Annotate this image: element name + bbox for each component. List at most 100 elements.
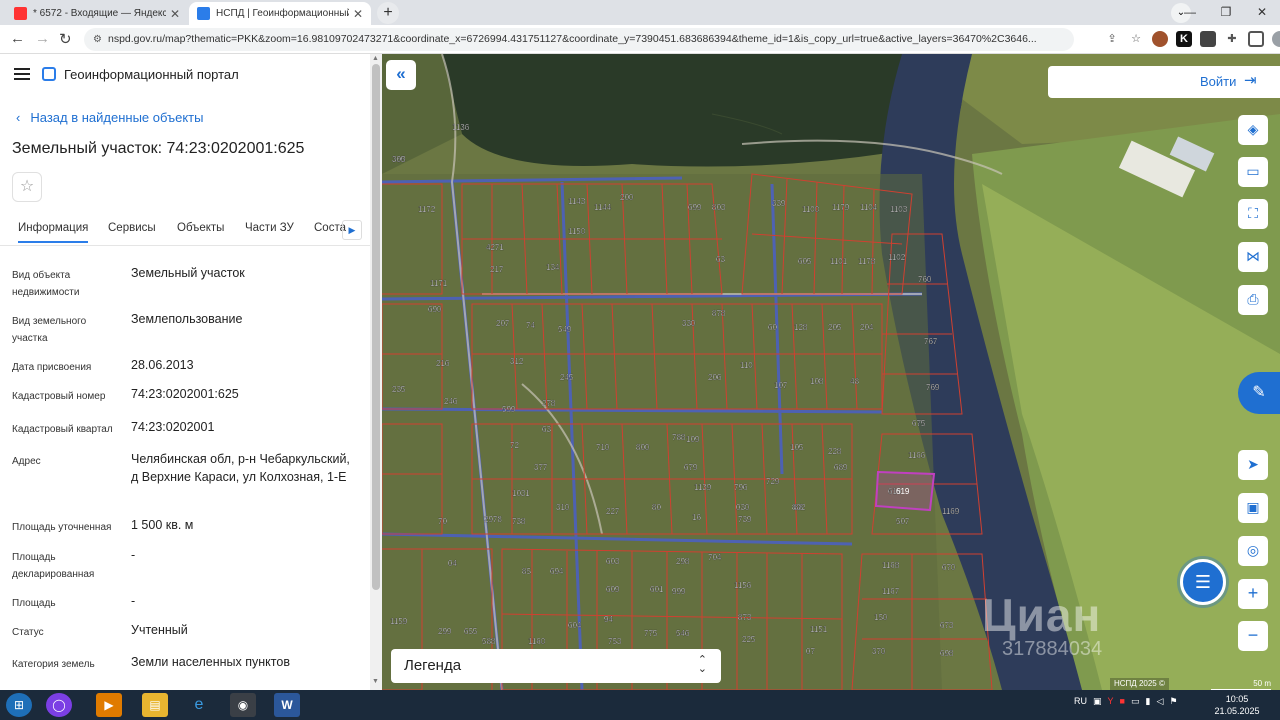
url-field[interactable]: ⚙ nspd.gov.ru/map?thematic=PKK&zoom=16.9… (84, 28, 1074, 51)
tab-services[interactable]: Сервисы (108, 222, 156, 234)
file-explorer-icon[interactable]: ▤ (142, 693, 168, 717)
parcel-number-label: 85 (522, 567, 531, 576)
tray-red-icon[interactable]: ■ (1120, 696, 1125, 707)
geolocation-icon[interactable]: ➤ (1238, 450, 1268, 480)
scroll-down-icon[interactable]: ▼ (372, 678, 379, 685)
restore-icon[interactable]: ❐ (1208, 0, 1244, 25)
map-canvas[interactable]: 3381172113611431144200699 803 3391100 1179 1… (382, 54, 1280, 690)
extension-k-icon[interactable]: K (1176, 31, 1192, 47)
login-button[interactable]: Войти ⇥ (1048, 66, 1280, 98)
location-search-icon[interactable]: ◎ (1238, 536, 1268, 566)
field-value: Земли населенных пунктов (131, 655, 290, 669)
clock-time: 10:05 (1225, 694, 1249, 704)
satellite-map[interactable]: 338 1172 1136 1143 1144 200 699 803 339 1100 1179 1… (382, 54, 1280, 690)
profile-icon[interactable] (1272, 31, 1280, 47)
parcel-number-label: 278 (542, 399, 556, 408)
parcel-number-label: 217 (490, 265, 504, 274)
back-to-results-link[interactable]: ‹ Назад в найденные объекты (16, 110, 203, 125)
close-icon[interactable]: ✕ (170, 7, 180, 21)
parcel-number-label: 310 (556, 503, 570, 512)
word-icon[interactable]: W (274, 693, 300, 717)
back-arrow-icon[interactable]: ← (10, 30, 25, 47)
tab-parts[interactable]: Части ЗУ (245, 222, 294, 234)
field-cadastral-quarter: Кадастровый квартал 74:23:0202001 (12, 418, 360, 442)
network-icon[interactable]: ▮ (1145, 696, 1150, 707)
collapse-panel-button[interactable]: « (386, 60, 416, 90)
print-icon[interactable]: ⎙ (1238, 285, 1268, 315)
alice-assistant-icon[interactable]: ◯ (46, 693, 72, 717)
parcel-number-label: 228 (828, 447, 842, 456)
field-area-specified: Площадь уточненная 1 500 кв. м (12, 516, 360, 540)
layers-icon[interactable]: ◈ (1238, 115, 1268, 145)
login-label: Войти (1200, 74, 1237, 89)
parcel-number-label: 775 (644, 629, 658, 638)
tab-title: НСПД | Геоинформационный п (216, 8, 349, 19)
extension-avatar-icon[interactable] (1152, 31, 1168, 47)
parcel-number-label: 673 (940, 621, 954, 630)
tab-objects[interactable]: Объекты (177, 222, 224, 234)
parcel-number-label: 698 (940, 649, 954, 658)
browser-tab-bar: * 6572 - Входящие — Яндекс По ✕ НСПД | Г… (0, 0, 1280, 25)
parcel-number-label: 63 (542, 425, 551, 434)
browser-tab-mail[interactable]: * 6572 - Входящие — Яндекс По ✕ (6, 2, 188, 25)
side-panel-icon[interactable] (1248, 31, 1264, 47)
parcel-number-label: 690 (428, 305, 442, 314)
minimap-icon[interactable]: ▣ (1238, 493, 1268, 523)
yandex-tray-icon[interactable]: Y (1108, 696, 1114, 707)
scrollbar-thumb[interactable] (372, 64, 380, 590)
minimize-icon[interactable]: — (1172, 0, 1208, 25)
share-icon[interactable]: ⇪ (1104, 31, 1120, 47)
browser-tab-nspd[interactable]: НСПД | Геоинформационный п ✕ (189, 2, 371, 25)
ruler-icon[interactable]: ▭ (1238, 157, 1268, 187)
internet-explorer-icon[interactable]: e (186, 693, 212, 717)
field-value: 1 500 кв. м (131, 518, 194, 532)
tabs-scroll-right-button[interactable]: ▶ (342, 220, 362, 240)
parcel-number-label: 1178 (858, 257, 876, 266)
battery-icon[interactable]: ▭ (1131, 696, 1140, 707)
parcel-number-label: 110 (740, 361, 753, 370)
notification-flag-icon[interactable]: ⚑ (1169, 696, 1177, 707)
media-player-icon[interactable]: ▶ (96, 693, 122, 717)
scroll-up-icon[interactable]: ▲ (372, 55, 379, 62)
zoom-in-button[interactable]: + (1238, 579, 1268, 609)
field-value: 74:23:0202001:625 (131, 387, 239, 401)
parcel-number-label: 2978 (484, 515, 502, 524)
parcel-number-label: 1159 (390, 617, 408, 626)
chrome-icon[interactable]: ◉ (230, 693, 256, 717)
select-area-icon[interactable]: ⛶ (1238, 199, 1268, 229)
extensions-puzzle-icon[interactable]: ✚ (1224, 31, 1240, 47)
parcel-number-label: 507 (896, 517, 910, 526)
field-label: Дата присвоения (12, 362, 92, 373)
extension-card-icon[interactable] (1200, 31, 1216, 47)
clock[interactable]: 10:05 21.05.2025 (1212, 693, 1262, 717)
field-area: Площадь - (12, 592, 360, 616)
chat-bubble-icon[interactable]: ☰ (1180, 559, 1226, 605)
tray-app-icon[interactable]: ▣ (1093, 696, 1102, 707)
volume-icon[interactable]: ◁ (1156, 696, 1163, 707)
share-map-icon[interactable]: ⋈ (1238, 242, 1268, 272)
close-window-icon[interactable]: ✕ (1244, 0, 1280, 25)
language-indicator[interactable]: RU (1074, 696, 1087, 707)
parcel-number-label: 1104 (860, 203, 878, 212)
parcel-number-label: 04 (448, 559, 457, 568)
close-icon[interactable]: ✕ (353, 7, 363, 21)
parcel-number-label: 603 (606, 557, 620, 566)
sidebar-scrollbar[interactable]: ▲ ▼ (370, 54, 382, 690)
legend-dropdown[interactable]: Легенда ⌃ ⌄ (391, 649, 721, 683)
reload-icon[interactable]: ↻ (59, 30, 72, 48)
selected-parcel-label[interactable]: 619 (896, 487, 910, 496)
field-label: Площадь уточненная (12, 522, 112, 533)
forward-arrow-icon[interactable]: → (35, 30, 50, 47)
field-value: - (131, 594, 136, 608)
parcel-number-label: 796 (734, 483, 748, 492)
field-label: Кадастровый номер (12, 391, 106, 402)
favorite-star-button[interactable]: ☆ (12, 172, 42, 202)
hamburger-menu-icon[interactable] (14, 65, 30, 83)
tab-information[interactable]: Информация (18, 222, 89, 243)
site-info-icon[interactable]: ⚙ (93, 28, 102, 51)
gosuslugi-widget-icon[interactable]: ✎ (1238, 372, 1280, 414)
new-tab-button[interactable]: + (377, 2, 399, 24)
start-button-icon[interactable]: ⊞ (6, 693, 32, 717)
bookmark-star-icon[interactable]: ☆ (1128, 31, 1144, 47)
zoom-out-button[interactable]: − (1238, 621, 1268, 651)
